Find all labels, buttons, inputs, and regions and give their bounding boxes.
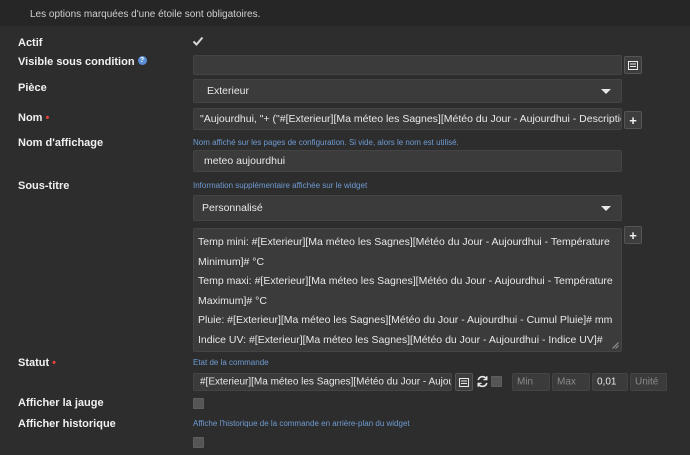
sous-titre-add-button[interactable]: +: [624, 226, 642, 244]
chevron-down-icon: [601, 89, 611, 94]
plus-icon: +: [629, 112, 637, 128]
max-placeholder: Max: [557, 376, 576, 388]
statut-label: Statut •: [18, 357, 56, 369]
piece-select[interactable]: Exterieur: [193, 79, 622, 103]
sous-titre-help: Information supplémentaire affichée sur …: [193, 181, 368, 190]
statut-option-checkbox[interactable]: [491, 376, 502, 387]
refresh-icon[interactable]: [476, 375, 489, 388]
nom-input[interactable]: "Aujourdhui, "+ ("#[Exterieur][Ma méteo …: [193, 108, 622, 130]
statut-help: Etat de la commande: [193, 358, 269, 367]
chevron-down-icon: [601, 206, 611, 211]
nom-value: "Aujourdhui, "+ ("#[Exterieur][Ma méteo …: [200, 113, 622, 125]
unit-placeholder: Unité: [635, 376, 659, 388]
step-value: 0,01: [597, 376, 617, 388]
actif-label: Actif: [18, 37, 43, 49]
sous-titre-label: Sous-titre: [18, 180, 70, 192]
nom-label-text: Nom: [18, 112, 43, 124]
visible-label: Visible sous condition?: [18, 56, 147, 68]
sous-titre-mode-select[interactable]: Personnalisé: [193, 195, 622, 221]
afficher-historique-help: Affiche l'historique de la commande en a…: [193, 419, 410, 428]
form-header: Les options marquées d'une étoile sont o…: [0, 0, 690, 26]
afficher-historique-checkbox[interactable]: [193, 437, 204, 448]
min-input[interactable]: Min: [512, 373, 550, 391]
piece-label: Pièce: [18, 82, 47, 94]
afficher-historique-label: Afficher historique: [18, 418, 116, 430]
nom-add-button[interactable]: +: [624, 111, 642, 129]
sous-titre-line: Temp mini: #[Exterieur][Ma méteo les Sag…: [198, 236, 610, 248]
min-placeholder: Min: [517, 376, 534, 388]
sous-titre-line: Pluie: #[Exterieur][Ma méteo les Sagnes]…: [198, 314, 613, 326]
sous-titre-textarea[interactable]: Temp mini: #[Exterieur][Ma méteo les Sag…: [193, 228, 622, 352]
sous-titre-line: Maximum]# °C: [198, 294, 267, 307]
sous-titre-line: Minimum]# °C: [198, 255, 265, 268]
help-icon[interactable]: ?: [137, 56, 147, 65]
sous-titre-line: Indice UV: #[Exterieur][Ma méteo les Sag…: [198, 333, 603, 346]
unit-input[interactable]: Unité: [630, 373, 667, 391]
required-mark: •: [52, 357, 57, 369]
max-input[interactable]: Max: [552, 373, 590, 391]
list-icon: [628, 60, 638, 70]
sous-titre-mode-value: Personnalisé: [202, 202, 263, 214]
required-hint: Les options marquées d'une étoile sont o…: [30, 9, 261, 20]
nom-affichage-value: meteo aujourdhui: [204, 155, 286, 167]
actif-checkbox[interactable]: [192, 35, 204, 47]
afficher-jauge-checkbox[interactable]: [193, 398, 204, 409]
required-mark: •: [45, 112, 50, 124]
nom-label: Nom •: [18, 112, 49, 124]
resize-handle[interactable]: [612, 342, 619, 349]
statut-label-text: Statut: [18, 357, 50, 369]
afficher-jauge-label: Afficher la jauge: [18, 397, 104, 409]
nom-affichage-input[interactable]: meteo aujourdhui: [193, 150, 622, 172]
nom-affichage-help: Nom affiché sur les pages de configurati…: [193, 138, 459, 147]
statut-command-value: #[Exterieur][Ma méteo les Sagnes][Météo …: [200, 376, 452, 388]
sous-titre-line: Temp maxi: #[Exterieur][Ma méteo les Sag…: [198, 275, 613, 287]
plus-icon: +: [629, 227, 637, 243]
list-icon: [459, 377, 469, 387]
visible-condition-input[interactable]: [193, 55, 622, 75]
statut-command-input[interactable]: #[Exterieur][Ma méteo les Sagnes][Météo …: [193, 373, 452, 391]
check-icon: [192, 36, 204, 46]
visible-condition-list-button[interactable]: [624, 56, 642, 74]
step-input[interactable]: 0,01: [592, 373, 628, 391]
visible-label-text: Visible sous condition: [18, 56, 135, 68]
statut-list-button[interactable]: [455, 373, 473, 391]
piece-selected-value: Exterieur: [207, 85, 250, 97]
nom-affichage-label: Nom d'affichage: [18, 137, 104, 149]
